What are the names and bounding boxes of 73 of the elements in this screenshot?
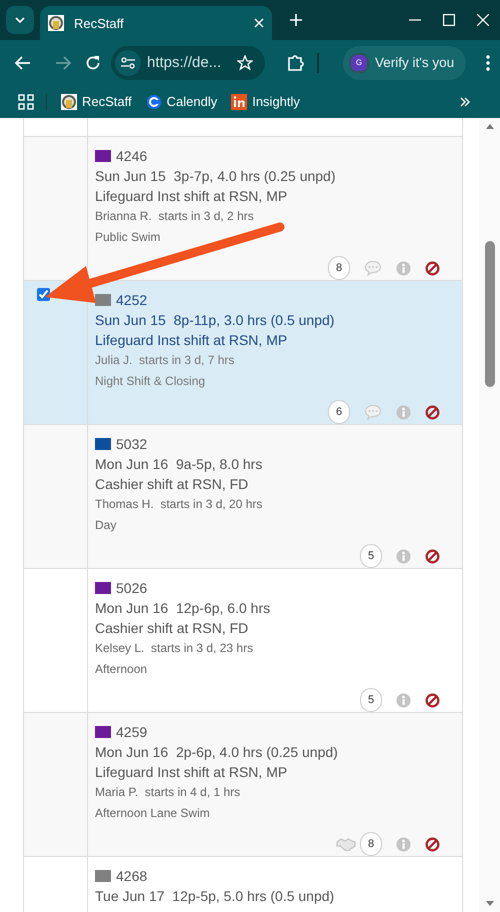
cancel-icon[interactable]: [425, 836, 440, 852]
cancel-icon[interactable]: [425, 260, 440, 276]
shift-tag: Day: [95, 515, 440, 535]
ring-logo-icon: [146, 94, 162, 110]
site-logo-icon: [48, 15, 64, 31]
cancel-icon[interactable]: [425, 548, 440, 564]
tab-search-button[interactable]: [6, 6, 34, 34]
shift-id: 5026: [116, 580, 148, 596]
shift-id: 4259: [116, 724, 148, 740]
shift-assignee: Thomas H. starts in 3 d, 20 hrs: [95, 496, 264, 513]
shift-row[interactable]: 4259 Mon Jun 16 2p-6p, 4.0 hrs (0.25 unpd) Lifeguard Inst shift at RSN, MP Maria P. starts in 4 d, 1 hrs Afternoon Lane Swim 8: [24, 713, 462, 857]
more-bookmarks-icon[interactable]: [460, 96, 470, 106]
shift-title: Lifeguard Inst shift at RSN, MP: [95, 763, 288, 782]
shift-assignee: Maria P. starts in 4 d, 1 hrs: [95, 784, 242, 801]
shift-time: Sun Jun 15 8p-11p, 3.0 hrs (0.5 unpd): [95, 311, 336, 330]
bookmark[interactable]: Calendly: [146, 94, 218, 110]
address-bar[interactable]: https://de...: [111, 46, 265, 80]
letter-logo-icon: [231, 94, 248, 110]
scroll-down-icon[interactable]: [486, 901, 494, 906]
shift-title: Cashier shift at RSN, FD: [95, 475, 250, 494]
row-checkbox[interactable]: [37, 288, 50, 301]
browser-tab[interactable]: RecStaff: [40, 6, 272, 40]
star-icon[interactable]: [237, 54, 253, 70]
shift-assignee: Kelsey L. starts in 3 d, 23 hrs: [95, 640, 254, 657]
count-badge[interactable]: 5: [360, 688, 382, 712]
bookmark[interactable]: Insightly: [231, 94, 300, 110]
shift-time: Mon Jun 16 12p-6p, 6.0 hrs: [95, 599, 272, 618]
scroll-up-icon[interactable]: [486, 124, 494, 129]
count-badge[interactable]: 5: [360, 544, 382, 568]
avatar: G: [349, 52, 369, 72]
shift-time: Tue Jun 17 12p-5p, 5.0 hrs (0.5 unpd): [95, 887, 336, 906]
profile-button[interactable]: G Verify it's you: [343, 46, 466, 80]
count-badge[interactable]: 6: [328, 400, 350, 424]
shift-title: Cashier shift at RSN, FD: [95, 619, 250, 638]
forward-icon[interactable]: [55, 56, 71, 70]
shift-id: 5032: [116, 436, 148, 452]
apps-icon[interactable]: [18, 94, 34, 110]
shift-tag: Public Swim: [95, 227, 440, 247]
shift-row[interactable]: 5026 Mon Jun 16 12p-6p, 6.0 hrs Cashier shift at RSN, FD Kelsey L. starts in 3 d, 23 hrs Afternoon 5: [24, 569, 462, 713]
shift-tag: Afternoon: [95, 659, 440, 679]
cancel-icon[interactable]: [425, 692, 440, 708]
shift-row[interactable]: 4246 Sun Jun 15 3p-7p, 4.0 hrs (0.25 unpd) Lifeguard Inst shift at RSN, MP Brianna R. starts in 3 d, 2 hrs Public Swim 8: [24, 137, 462, 281]
shift-id: 4246: [116, 148, 148, 164]
cancel-icon[interactable]: [425, 404, 440, 420]
close-icon[interactable]: [254, 18, 264, 28]
site-settings-icon[interactable]: [121, 56, 135, 68]
shift-assignee: Julia J. starts in 3 d, 7 hrs: [95, 352, 236, 369]
shift-tag: Afternoon Lane Swim: [95, 803, 440, 823]
chevron-down-icon: [15, 17, 25, 23]
shift-row[interactable]: 4252 Sun Jun 15 8p-11p, 3.0 hrs (0.5 unpd) Lifeguard Inst shift at RSN, MP Julia J. starts in 3 d, 7 hrs Night Shift & Closing 6: [24, 281, 462, 425]
new-tab-icon[interactable]: [290, 14, 302, 26]
site-logo-icon: [61, 94, 77, 110]
maximize-icon[interactable]: [443, 14, 455, 26]
shift-time: Mon Jun 16 9a-5p, 8.0 hrs: [95, 455, 264, 474]
more-menu-icon[interactable]: [486, 54, 490, 70]
shift-title: Lifeguard Inst shift at RSN, MP: [95, 331, 288, 350]
shift-assignee: Brianna R. starts in 3 d, 2 hrs: [95, 208, 255, 225]
scrollbar-thumb[interactable]: [484, 241, 494, 387]
bookmark[interactable]: RecStaff: [61, 94, 132, 110]
shift-time: Mon Jun 16 2p-6p, 4.0 hrs (0.25 unpd): [95, 743, 339, 762]
reload-icon[interactable]: [85, 54, 101, 70]
count-badge[interactable]: 8: [360, 832, 382, 856]
tab-title: RecStaff: [74, 16, 125, 30]
shift-tag: Night Shift & Closing: [95, 371, 440, 391]
shift-title: Lifeguard Inst shift at RSN, MP: [95, 187, 288, 206]
shift-time: Sun Jun 15 3p-7p, 4.0 hrs (0.25 unpd): [95, 167, 336, 186]
extensions-icon[interactable]: [287, 54, 305, 72]
close-icon[interactable]: [477, 14, 489, 26]
shift-id: 4268: [116, 868, 148, 884]
shift-id: 4252: [116, 292, 148, 308]
shift-row[interactable]: 5032 Mon Jun 16 9a-5p, 8.0 hrs Cashier shift at RSN, FD Thomas H. starts in 3 d, 20 hrs Day 5: [24, 425, 462, 569]
count-badge[interactable]: 8: [328, 256, 350, 280]
back-icon[interactable]: [15, 56, 31, 70]
